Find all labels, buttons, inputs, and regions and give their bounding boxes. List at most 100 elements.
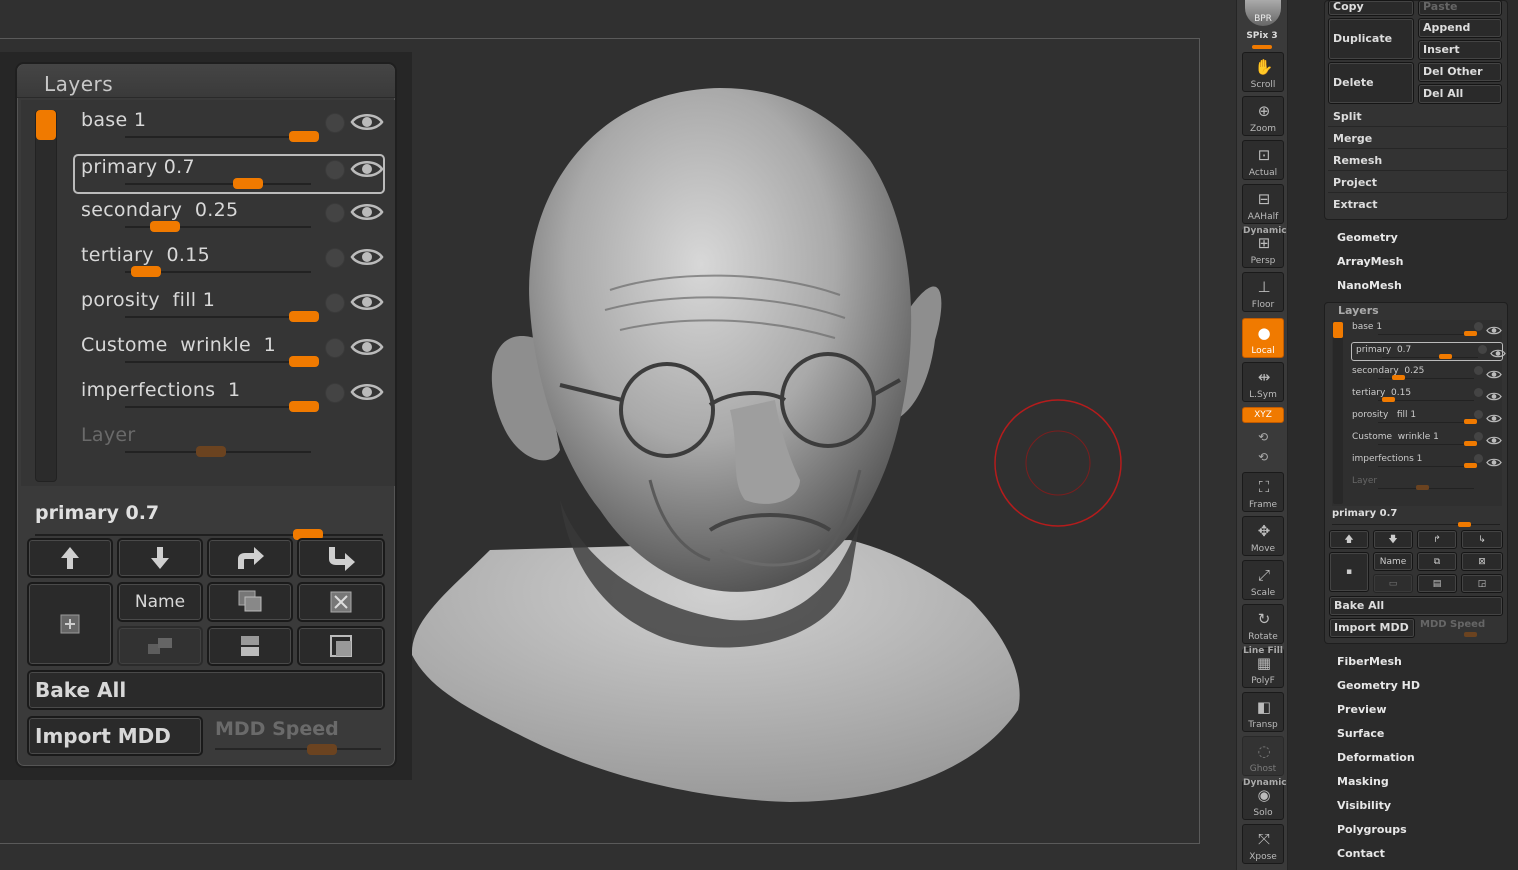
shelf-zoom-button[interactable]: ⊕ Zoom xyxy=(1242,96,1284,136)
menu-geometry[interactable]: Geometry xyxy=(1337,231,1398,244)
layer-intensity-track[interactable] xyxy=(125,361,311,363)
menu-geometry-hd[interactable]: Geometry HD xyxy=(1337,679,1420,692)
small-layer-intensity-thumb[interactable] xyxy=(1464,419,1477,424)
eye-icon[interactable] xyxy=(1486,453,1502,467)
small-layer-row[interactable]: porosity fill 1 xyxy=(1348,408,1504,430)
small-layer-intensity-track[interactable] xyxy=(1378,422,1474,423)
shelf-actual-button[interactable]: ⊡ Actual xyxy=(1242,140,1284,180)
small-layer-record-toggle[interactable] xyxy=(1474,388,1483,397)
eye-icon[interactable] xyxy=(350,246,384,268)
new-layer-button[interactable] xyxy=(27,582,113,666)
menu-visibility[interactable]: Visibility xyxy=(1337,799,1391,812)
layer-row[interactable]: porosity fill 1 xyxy=(75,289,389,333)
layer-options-button[interactable] xyxy=(297,626,385,666)
layers-subpalette-scroll-thumb[interactable] xyxy=(1333,322,1343,338)
xyz-symmetry-button[interactable]: XYZ xyxy=(1242,407,1284,423)
layer-intensity-thumb[interactable] xyxy=(149,221,180,232)
split-layer-button[interactable] xyxy=(207,626,293,666)
shelf-transp-button[interactable]: ◧ Transp xyxy=(1242,692,1284,732)
menu-contact[interactable]: Contact xyxy=(1337,847,1385,860)
small-split-layer-button[interactable]: ▤ xyxy=(1417,574,1457,593)
layer-row[interactable]: Layer xyxy=(75,424,389,468)
menu-arraymesh[interactable]: ArrayMesh xyxy=(1337,255,1403,268)
eye-icon[interactable] xyxy=(1486,365,1502,379)
shelf-aahalf-button[interactable]: ⊟ AAHalf xyxy=(1242,184,1284,224)
layer-intensity-track[interactable] xyxy=(125,183,311,185)
layer-intensity-thumb[interactable] xyxy=(233,178,264,189)
layers-scroll-thumb[interactable] xyxy=(36,110,56,140)
layers-subpalette-scrollbar[interactable] xyxy=(1333,322,1343,504)
small-layer-record-toggle[interactable] xyxy=(1474,410,1483,419)
small-layer-row[interactable]: tertiary 0.15 xyxy=(1348,386,1504,408)
small-layer-intensity-thumb[interactable] xyxy=(1382,397,1396,402)
shelf-local-button[interactable]: ● Local xyxy=(1242,318,1284,358)
small-import-mdd-button[interactable]: Import MDD xyxy=(1329,618,1415,638)
mdd-speed-thumb[interactable] xyxy=(307,744,337,755)
copy-button[interactable]: Copy xyxy=(1328,0,1414,16)
spix-slider[interactable] xyxy=(1252,45,1272,49)
eye-icon[interactable] xyxy=(1486,321,1502,335)
layer-row[interactable]: base 1 xyxy=(75,109,389,153)
layer-row[interactable]: primary 0.7 xyxy=(73,154,385,194)
layer-intensity-thumb[interactable] xyxy=(289,311,319,322)
duplicate-layer-button[interactable] xyxy=(207,582,293,622)
small-layer-intensity-thumb[interactable] xyxy=(1464,463,1477,468)
small-layer-intensity-track[interactable] xyxy=(1378,444,1474,445)
shelf-frame-button[interactable]: ⛶ Frame xyxy=(1242,472,1284,512)
layer-record-toggle[interactable] xyxy=(325,248,345,268)
rotate-y-icon[interactable]: ⟲ xyxy=(1253,430,1273,444)
layer-record-toggle[interactable] xyxy=(325,113,345,133)
eye-icon[interactable] xyxy=(350,111,384,133)
extract-button[interactable]: Extract xyxy=(1328,194,1508,215)
split-button[interactable]: Split xyxy=(1328,106,1508,127)
small-move-down-button[interactable]: 🡇 xyxy=(1373,530,1413,549)
eye-icon[interactable] xyxy=(1486,387,1502,401)
shelf-persp-button[interactable]: Dynamic ⊞ Persp xyxy=(1242,226,1287,268)
shelf-polyf-button[interactable]: Line Fill ▦ PolyF xyxy=(1242,646,1284,688)
small-layer-row[interactable]: Layer xyxy=(1348,474,1504,496)
append-button[interactable]: Append xyxy=(1418,18,1502,38)
menu-deformation[interactable]: Deformation xyxy=(1337,751,1415,764)
small-mdd-speed-thumb[interactable] xyxy=(1464,632,1477,637)
merge-down-button[interactable] xyxy=(117,626,203,666)
small-layer-row[interactable]: imperfections 1 xyxy=(1348,452,1504,474)
shelf-rotate-button[interactable]: ↻ Rotate xyxy=(1242,604,1284,644)
eye-icon[interactable] xyxy=(350,158,384,180)
small-layer-intensity-track[interactable] xyxy=(1382,357,1478,358)
delete-button[interactable]: Delete xyxy=(1328,62,1414,104)
small-layer-row[interactable]: primary 0.7 xyxy=(1351,342,1506,361)
shelf-lsym-button[interactable]: ⇹ L.Sym xyxy=(1242,362,1284,402)
bpr-button[interactable]: BPR xyxy=(1245,0,1281,26)
small-bake-all-button[interactable]: Bake All xyxy=(1329,596,1503,616)
del-other-button[interactable]: Del Other xyxy=(1418,62,1502,82)
layer-intensity-track[interactable] xyxy=(125,316,311,318)
delete-layer-button[interactable] xyxy=(297,582,385,622)
small-rename-layer-button[interactable]: Name xyxy=(1373,552,1413,571)
small-layer-intensity-track[interactable] xyxy=(1378,334,1474,335)
small-layer-row[interactable]: Custome wrinkle 1 xyxy=(1348,430,1504,452)
small-move-right-down-button[interactable]: ↳ xyxy=(1461,530,1503,549)
small-layer-record-toggle[interactable] xyxy=(1474,366,1483,375)
small-delete-layer-button[interactable]: ⊠ xyxy=(1461,552,1503,571)
layer-record-toggle[interactable] xyxy=(325,203,345,223)
layer-intensity-track[interactable] xyxy=(125,406,311,408)
menu-surface[interactable]: Surface xyxy=(1337,727,1384,740)
eye-icon[interactable] xyxy=(350,381,384,403)
merge-button[interactable]: Merge xyxy=(1328,128,1508,149)
insert-button[interactable]: Insert xyxy=(1418,40,1502,60)
small-layer-options-button[interactable]: ◲ xyxy=(1461,574,1503,593)
small-duplicate-layer-button[interactable]: ⧉ xyxy=(1417,552,1457,571)
menu-masking[interactable]: Masking xyxy=(1337,775,1389,788)
shelf-xpose-button[interactable]: ⤧ Xpose xyxy=(1242,824,1284,864)
project-button[interactable]: Project xyxy=(1328,172,1508,193)
small-selected-slider-thumb[interactable] xyxy=(1458,522,1471,527)
small-selected-slider-track[interactable] xyxy=(1332,524,1500,525)
layers-scrollbar[interactable] xyxy=(35,110,57,482)
small-layer-intensity-thumb[interactable] xyxy=(1439,354,1453,359)
small-layer-intensity-thumb[interactable] xyxy=(1464,331,1477,336)
eye-icon[interactable] xyxy=(350,336,384,358)
small-layer-row[interactable]: base 1 xyxy=(1348,320,1504,342)
eye-icon[interactable] xyxy=(1490,344,1506,358)
layer-record-toggle[interactable] xyxy=(325,338,345,358)
small-merge-down-button[interactable]: ▭ xyxy=(1373,574,1413,593)
